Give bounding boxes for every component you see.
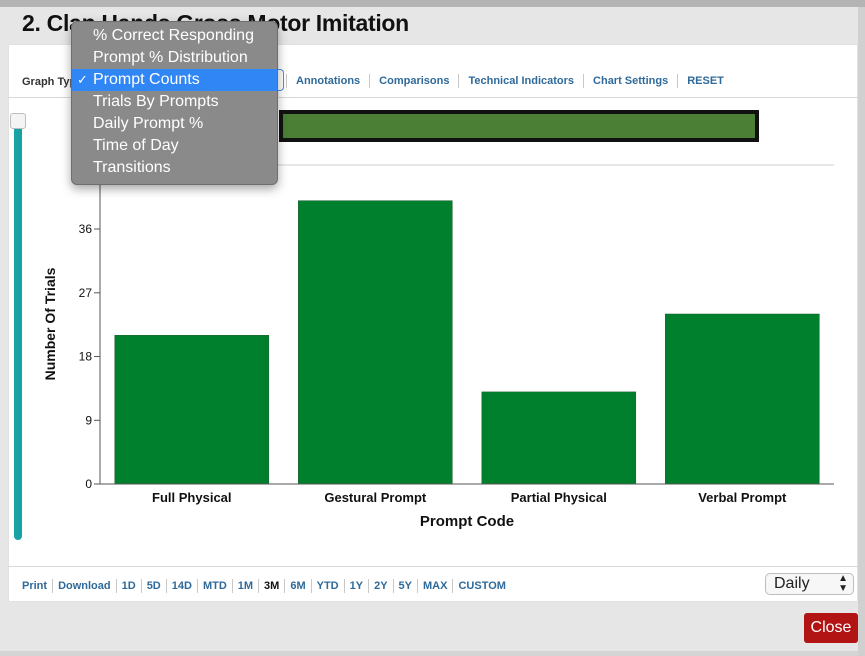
bar-partial-physical[interactable] <box>481 391 637 485</box>
graph-type-dropdown: % Correct Responding Prompt % Distributio… <box>71 21 278 185</box>
dropdown-item-prompt-counts[interactable]: ✓ Prompt Counts <box>72 69 277 91</box>
check-icon: ✓ <box>77 72 88 87</box>
dropdown-item-label: Prompt % Distribution <box>93 49 248 66</box>
dropdown-item-prompt-distribution[interactable]: Prompt % Distribution <box>72 47 277 69</box>
range-link-3m[interactable]: 3M <box>258 579 284 593</box>
y-tick-label: 27 <box>79 286 93 300</box>
range-link-print[interactable]: Print <box>14 579 52 593</box>
range-link-custom[interactable]: CUSTOM <box>452 579 510 593</box>
bar-verbal-prompt[interactable] <box>665 313 820 485</box>
y-tick-label: 36 <box>79 222 93 236</box>
footer-divider <box>8 566 858 567</box>
x-axis-label: Prompt Code <box>420 513 514 530</box>
x-tick-label: Full Physical <box>152 490 231 505</box>
dropdown-item-label: Daily Prompt % <box>93 115 204 132</box>
range-link-ytd[interactable]: YTD <box>310 579 344 593</box>
y-axis-label: Number Of Trials <box>42 267 58 380</box>
range-link-download[interactable]: Download <box>52 579 116 593</box>
dropdown-item-label: Trials By Prompts <box>93 93 219 110</box>
period-select-value: Daily <box>774 575 810 592</box>
x-tick-label: Partial Physical <box>511 490 607 505</box>
dropdown-item-label: Prompt Counts <box>93 71 200 88</box>
period-select[interactable]: Daily ▲ ▼ <box>765 573 854 595</box>
range-link-mtd[interactable]: MTD <box>196 579 232 593</box>
select-arrows-icon: ▲ ▼ <box>838 573 848 594</box>
window-bottom-border <box>0 651 858 656</box>
dropdown-item-label: Time of Day <box>93 137 179 154</box>
bar-gestural-prompt[interactable] <box>298 200 453 485</box>
range-link-1m[interactable]: 1M <box>231 579 258 593</box>
range-link-max[interactable]: MAX <box>417 579 452 593</box>
dropdown-item-time-of-day[interactable]: Time of Day <box>72 135 277 157</box>
range-link-1d[interactable]: 1D <box>115 579 141 593</box>
y-tick-label: 0 <box>85 477 92 491</box>
range-link-5d[interactable]: 5D <box>140 579 166 593</box>
dropdown-item-label: % Correct Responding <box>93 27 254 44</box>
y-tick-label: 18 <box>79 350 93 364</box>
x-tick-label: Gestural Prompt <box>324 490 427 505</box>
range-link-14d[interactable]: 14D <box>165 579 197 593</box>
y-tick-label: 9 <box>85 413 92 427</box>
range-links: Print Download 1D 5D 14D MTD 1M 3M 6M YTD 1Y 2Y 5Y MA… <box>14 579 511 593</box>
dropdown-item-daily-prompt[interactable]: Daily Prompt % <box>72 113 277 135</box>
window-right-border <box>858 7 865 656</box>
bar-full-physical[interactable] <box>114 335 270 485</box>
range-link-2y[interactable]: 2Y <box>368 579 392 593</box>
x-tick-label: Verbal Prompt <box>698 490 787 505</box>
dropdown-item-correct-responding[interactable]: % Correct Responding <box>72 25 277 47</box>
close-button[interactable]: Close <box>804 613 858 643</box>
range-link-1y[interactable]: 1Y <box>343 579 368 593</box>
dropdown-item-trials-by-prompts[interactable]: Trials By Prompts <box>72 91 277 113</box>
dropdown-item-transitions[interactable]: Transitions <box>72 157 277 179</box>
range-link-6m[interactable]: 6M <box>284 579 310 593</box>
dropdown-item-label: Transitions <box>93 159 171 176</box>
range-link-5y[interactable]: 5Y <box>392 579 417 593</box>
